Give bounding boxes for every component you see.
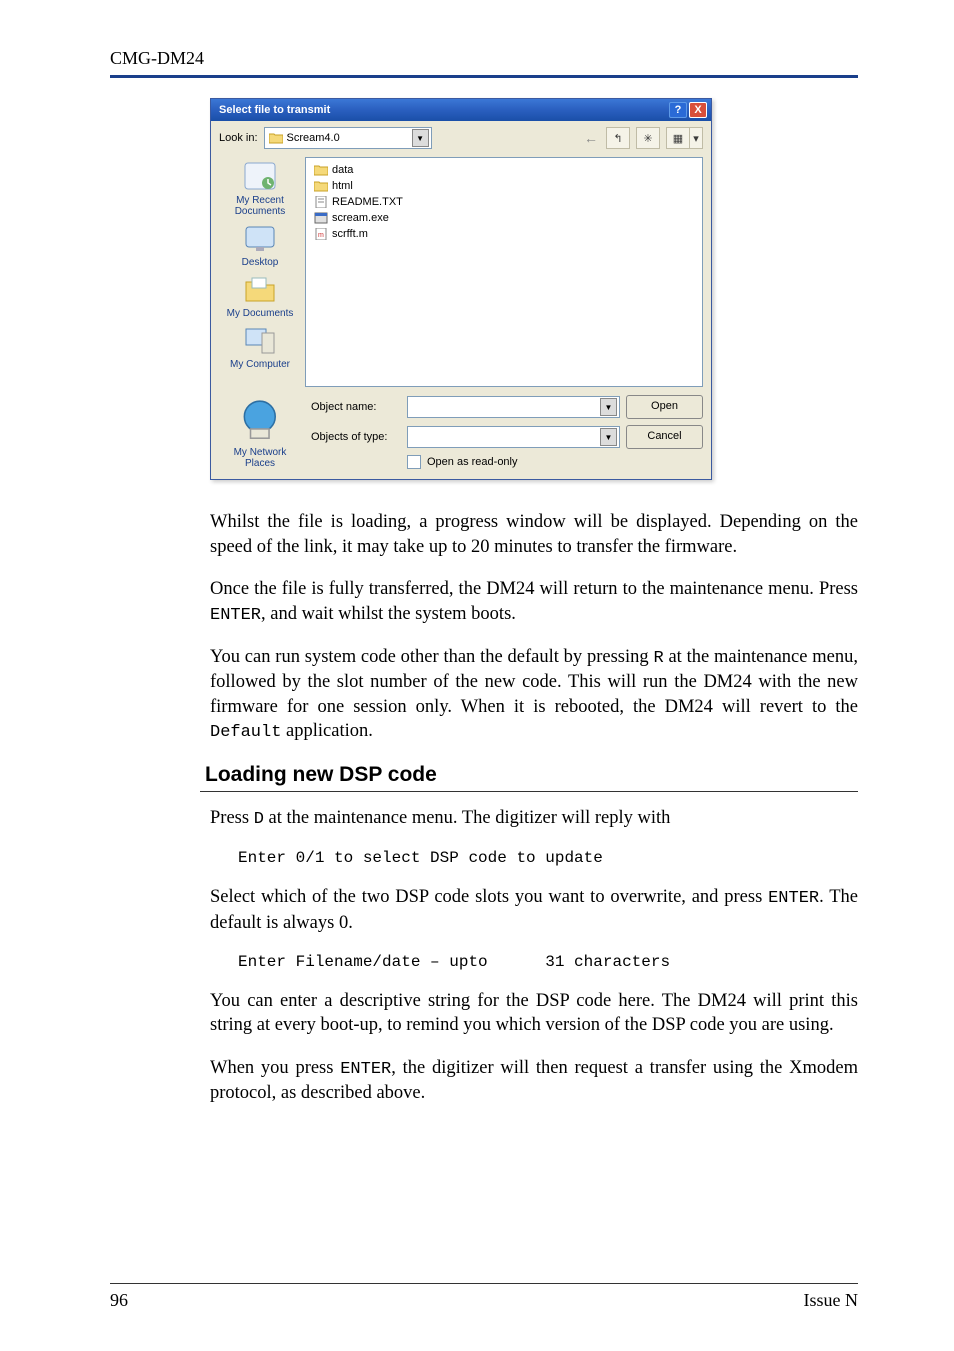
back-button[interactable]: ←: [582, 128, 600, 148]
paragraph: Whilst the file is loading, a progress w…: [210, 510, 858, 559]
file-item[interactable]: html: [314, 178, 694, 194]
place-mydocs[interactable]: My Documents: [227, 274, 294, 319]
documents-icon: [242, 274, 278, 306]
page-number: 96: [110, 1290, 128, 1311]
folder-icon: [314, 180, 328, 192]
paragraph: Once the file is fully transferred, the …: [210, 577, 858, 627]
readonly-checkbox[interactable]: [407, 455, 421, 469]
paragraph: When you press ENTER, the digitizer will…: [210, 1056, 858, 1106]
issue-label: Issue N: [804, 1290, 859, 1311]
text-file-icon: [314, 196, 328, 208]
recent-docs-icon: [242, 161, 278, 193]
cancel-button[interactable]: Cancel: [626, 425, 703, 449]
titlebar-close-button[interactable]: X: [689, 102, 707, 118]
header-rule: [110, 75, 858, 78]
lookin-value: Scream4.0: [287, 132, 340, 144]
up-one-level-button[interactable]: ↰: [606, 127, 630, 149]
lookin-row: Look in: Scream4.0 ▼ ← ↰ ✳ ▦: [211, 121, 711, 153]
svg-text:m: m: [318, 232, 324, 239]
readonly-label: Open as read-only: [427, 456, 518, 468]
footer-rule: [110, 1283, 858, 1284]
dialog-screenshot: Select file to transmit ? X Look in: Scr…: [210, 98, 858, 480]
place-desktop[interactable]: Desktop: [242, 223, 279, 268]
code-line: Enter Filename/date – upto 31 characters: [238, 953, 858, 971]
code-line: Enter 0/1 to select DSP code to update: [238, 849, 858, 867]
exe-file-icon: [314, 212, 328, 224]
file-list[interactable]: data html README.TXT scream.exe: [305, 157, 703, 387]
open-button[interactable]: Open: [626, 395, 703, 419]
m-file-icon: m: [314, 228, 328, 240]
section-rule: [200, 791, 858, 792]
lookin-label: Look in:: [219, 132, 258, 144]
file-item[interactable]: m scrfft.m: [314, 226, 694, 242]
dialog-titlebar: Select file to transmit ? X: [211, 99, 711, 121]
views-chevron-down-icon[interactable]: ▾: [689, 127, 703, 149]
file-item[interactable]: data: [314, 162, 694, 178]
open-file-dialog: Select file to transmit ? X Look in: Scr…: [210, 98, 712, 480]
places-bar: My Recent Documents Desktop My Documents…: [215, 157, 305, 387]
dialog-title: Select file to transmit: [219, 104, 330, 116]
section-heading: Loading new DSP code: [205, 763, 858, 787]
paragraph: Press D at the maintenance menu. The dig…: [210, 806, 858, 831]
views-button[interactable]: ▦: [666, 127, 689, 149]
folder-icon: [269, 132, 283, 144]
objectname-label: Object name:: [311, 401, 401, 413]
chevron-down-icon[interactable]: ▼: [412, 129, 429, 147]
network-icon: [232, 395, 288, 444]
place-network[interactable]: My Network Places: [232, 395, 288, 469]
computer-icon: [242, 325, 278, 357]
chevron-down-icon[interactable]: ▼: [600, 398, 617, 416]
paragraph: You can enter a descriptive string for t…: [210, 989, 858, 1038]
place-recent[interactable]: My Recent Documents: [235, 161, 286, 217]
chevron-down-icon[interactable]: ▼: [600, 428, 617, 446]
titlebar-help-button[interactable]: ?: [669, 102, 687, 118]
file-item[interactable]: README.TXT: [314, 194, 694, 210]
objecttype-combo[interactable]: ▼: [407, 426, 620, 448]
page-footer: 96 Issue N: [110, 1283, 858, 1311]
new-folder-button[interactable]: ✳: [636, 127, 660, 149]
file-item[interactable]: scream.exe: [314, 210, 694, 226]
folder-icon: [314, 164, 328, 176]
page-header-title: CMG-DM24: [110, 48, 858, 69]
paragraph: Select which of the two DSP code slots y…: [210, 885, 858, 935]
desktop-icon: [242, 223, 278, 255]
objectname-combo[interactable]: ▼: [407, 396, 620, 418]
objecttype-label: Objects of type:: [311, 431, 401, 443]
lookin-combo[interactable]: Scream4.0 ▼: [264, 127, 432, 149]
paragraph: You can run system code other than the d…: [210, 645, 858, 745]
place-mycomputer[interactable]: My Computer: [230, 325, 290, 370]
